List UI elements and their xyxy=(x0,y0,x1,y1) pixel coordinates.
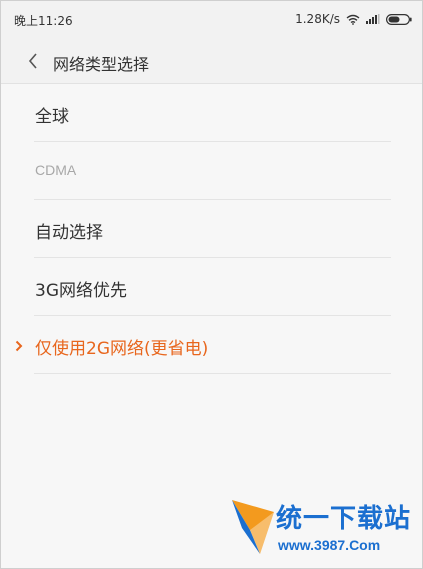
option-label: 仅使用2G网络(更省电) xyxy=(35,339,209,359)
network-type-list: 全球 CDMA 自动选择 3G网络优先 仅使用2G网络(更省电) xyxy=(1,84,422,374)
title-bar: 网络类型选择 xyxy=(1,39,422,84)
option-label: 自动选择 xyxy=(35,223,103,243)
status-indicators: 1.28K/s xyxy=(295,12,412,26)
status-bar: 晚上11:26 1.28K/s xyxy=(1,1,422,39)
option-label: 全球 xyxy=(35,107,69,127)
chevron-left-icon xyxy=(28,53,37,69)
phone-screen: 晚上11:26 1.28K/s 网络类型选择 全球 CDMA 自动选择 3G网络… xyxy=(0,0,423,569)
page-title: 网络类型选择 xyxy=(53,55,150,74)
watermark-url: www.3987.Com xyxy=(278,537,381,553)
option-cdma: CDMA xyxy=(1,142,422,200)
option-3g-preferred[interactable]: 3G网络优先 xyxy=(1,258,422,316)
watermark: 统一下载站 www.3987.Com xyxy=(230,498,410,558)
option-global[interactable]: 全球 xyxy=(1,84,422,142)
network-speed: 1.28K/s xyxy=(295,12,340,26)
option-auto-select[interactable]: 自动选择 xyxy=(1,200,422,258)
status-time: 晚上11:26 xyxy=(14,14,73,28)
watermark-logo-icon xyxy=(232,500,274,554)
wifi-icon xyxy=(346,14,360,25)
back-button[interactable] xyxy=(19,47,47,75)
battery-icon xyxy=(386,13,412,25)
watermark-title: 统一下载站 xyxy=(276,504,412,534)
option-label: CDMA xyxy=(35,162,77,178)
divider xyxy=(34,373,391,374)
signal-icon xyxy=(366,14,380,24)
option-2g-only[interactable]: 仅使用2G网络(更省电) xyxy=(1,316,422,374)
option-label: 3G网络优先 xyxy=(35,281,127,301)
chevron-right-icon xyxy=(15,337,23,356)
